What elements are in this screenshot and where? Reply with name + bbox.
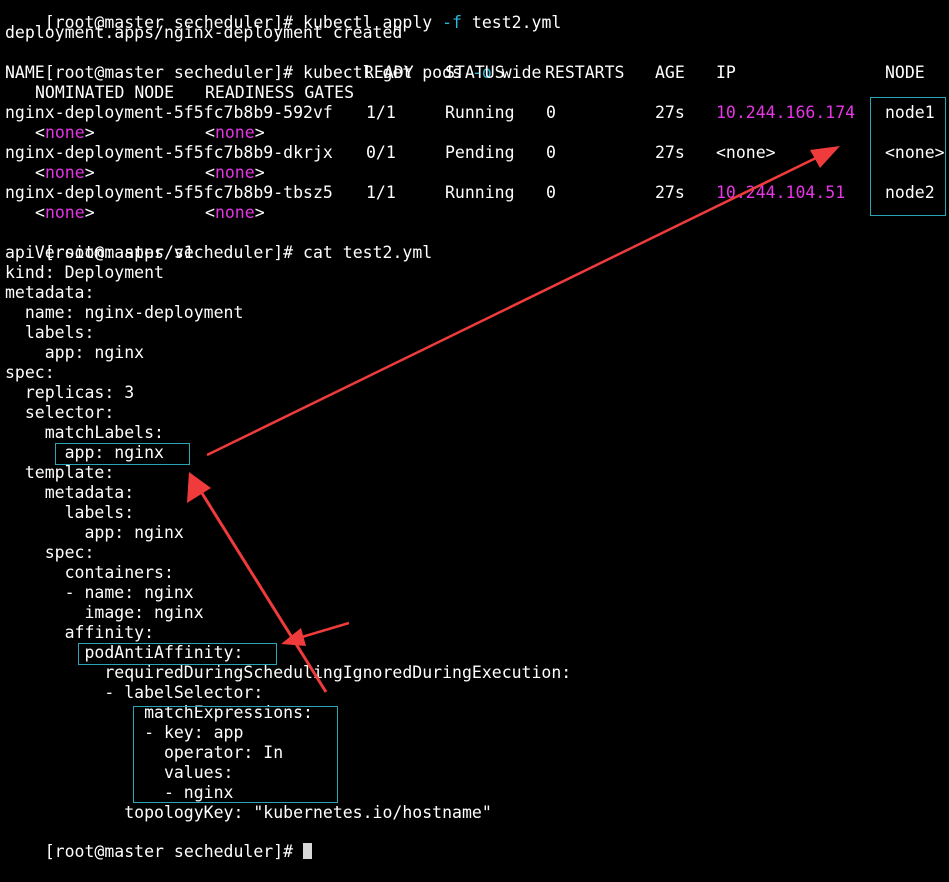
command-flag: -f bbox=[442, 13, 462, 32]
header-node: NODE bbox=[885, 63, 925, 82]
yaml-line: - labelSelector: bbox=[5, 683, 264, 702]
table-row-wrap: <none> <none> bbox=[5, 123, 945, 143]
yaml-line: selector: bbox=[5, 403, 115, 422]
table-row: nginx-deployment-5f5fc7b8b9-dkrjx 0/1 Pe… bbox=[5, 143, 945, 163]
header-readiness-gates: READINESS GATES bbox=[205, 83, 355, 102]
yaml-line: labels: bbox=[5, 323, 95, 342]
yaml-line: matchLabels: bbox=[5, 423, 164, 442]
pod-age: 27s bbox=[655, 183, 685, 202]
pod-readiness-gates: <none> bbox=[205, 163, 265, 182]
pods-table-header: NAME READY STATUS RESTARTS AGE IP NODE bbox=[5, 63, 945, 83]
pod-restarts: 0 bbox=[546, 143, 556, 162]
pod-name: nginx-deployment-5f5fc7b8b9-dkrjx bbox=[5, 143, 333, 162]
pod-ready: 0/1 bbox=[366, 143, 396, 162]
yaml-line: metadata: bbox=[5, 483, 135, 502]
yaml-line: affinity: bbox=[5, 623, 155, 642]
pod-status: Running bbox=[445, 183, 515, 202]
yaml-line: spec: bbox=[5, 363, 55, 382]
yaml-line: topologyKey: "kubernetes.io/hostname" bbox=[5, 803, 492, 822]
command-arg: test2.yml bbox=[462, 13, 562, 32]
yaml-line: - name: nginx bbox=[5, 583, 194, 602]
command-text: cat test2.yml bbox=[303, 243, 433, 262]
yaml-line: apiVersion: apps/v1 bbox=[5, 243, 194, 262]
apply-output-line: deployment.apps/nginx-deployment created bbox=[5, 23, 403, 42]
pod-restarts: 0 bbox=[546, 103, 556, 122]
pod-nominated-node: <none> bbox=[35, 203, 95, 222]
yaml-line: app: nginx bbox=[5, 343, 145, 362]
header-ip: IP bbox=[716, 63, 736, 82]
terminal-window[interactable]: [root@master secheduler]# kubectl apply … bbox=[0, 0, 949, 861]
yaml-line: app: nginx bbox=[5, 523, 184, 542]
matchlabels-highlight-box bbox=[55, 443, 190, 465]
matchexpressions-highlight-box bbox=[133, 706, 338, 803]
yaml-line: template: bbox=[5, 463, 115, 482]
yaml-line: requiredDuringSchedulingIgnoredDuringExe… bbox=[5, 663, 572, 682]
pod-name: nginx-deployment-5f5fc7b8b9-tbsz5 bbox=[5, 183, 333, 202]
table-row-wrap: <none> <none> bbox=[5, 163, 945, 183]
pod-restarts: 0 bbox=[546, 183, 556, 202]
header-status: STATUS bbox=[445, 63, 505, 82]
yaml-line: kind: Deployment bbox=[5, 263, 164, 282]
prompt: [root@master secheduler]# bbox=[44, 842, 294, 861]
terminal-line: [root@master secheduler]# cat test2.yml bbox=[5, 223, 432, 262]
table-row: nginx-deployment-5f5fc7b8b9-tbsz5 1/1 Ru… bbox=[5, 183, 945, 203]
header-restarts: RESTARTS bbox=[545, 63, 625, 82]
pod-readiness-gates: <none> bbox=[205, 203, 265, 222]
pod-ip: 10.244.104.51 bbox=[716, 183, 846, 202]
table-row-wrap: <none> <none> bbox=[5, 203, 945, 223]
pod-ip: <none> bbox=[716, 143, 776, 162]
pod-age: 27s bbox=[655, 103, 685, 122]
node-column-highlight-box bbox=[870, 97, 946, 216]
header-nominated-node: NOMINATED NODE bbox=[35, 83, 175, 102]
yaml-line: containers: bbox=[5, 563, 174, 582]
text-cursor bbox=[303, 843, 313, 859]
pod-readiness-gates: <none> bbox=[205, 123, 265, 142]
pod-age: 27s bbox=[655, 143, 685, 162]
yaml-line: image: nginx bbox=[5, 603, 204, 622]
pod-nominated-node: <none> bbox=[35, 123, 95, 142]
pod-ready: 1/1 bbox=[366, 103, 396, 122]
podantiaffinity-highlight-box bbox=[78, 643, 277, 665]
header-ready: READY bbox=[364, 63, 414, 82]
pod-name: nginx-deployment-5f5fc7b8b9-592vf bbox=[5, 103, 333, 122]
pod-status: Running bbox=[445, 103, 515, 122]
pod-ip: 10.244.166.174 bbox=[716, 103, 856, 122]
pod-nominated-node: <none> bbox=[35, 163, 95, 182]
yaml-line: spec: bbox=[5, 543, 95, 562]
header-age: AGE bbox=[655, 63, 685, 82]
yaml-line: name: nginx-deployment bbox=[5, 303, 244, 322]
header-name: NAME bbox=[5, 63, 45, 82]
pod-status: Pending bbox=[445, 143, 515, 162]
terminal-line: [root@master secheduler]# kubectl apply … bbox=[5, 0, 562, 32]
terminal-line[interactable]: [root@master secheduler]# bbox=[5, 822, 313, 861]
pods-table-header-wrap: NOMINATED NODE READINESS GATES bbox=[5, 83, 945, 103]
arrow-to-podantiaffinity bbox=[281, 621, 350, 646]
yaml-line: metadata: bbox=[5, 283, 95, 302]
terminal-line: [root@master secheduler]# kubectl get po… bbox=[5, 43, 542, 82]
yaml-line: replicas: 3 bbox=[5, 383, 135, 402]
pod-ready: 1/1 bbox=[366, 183, 396, 202]
table-row: nginx-deployment-5f5fc7b8b9-592vf 1/1 Ru… bbox=[5, 103, 945, 123]
yaml-line: labels: bbox=[5, 503, 135, 522]
